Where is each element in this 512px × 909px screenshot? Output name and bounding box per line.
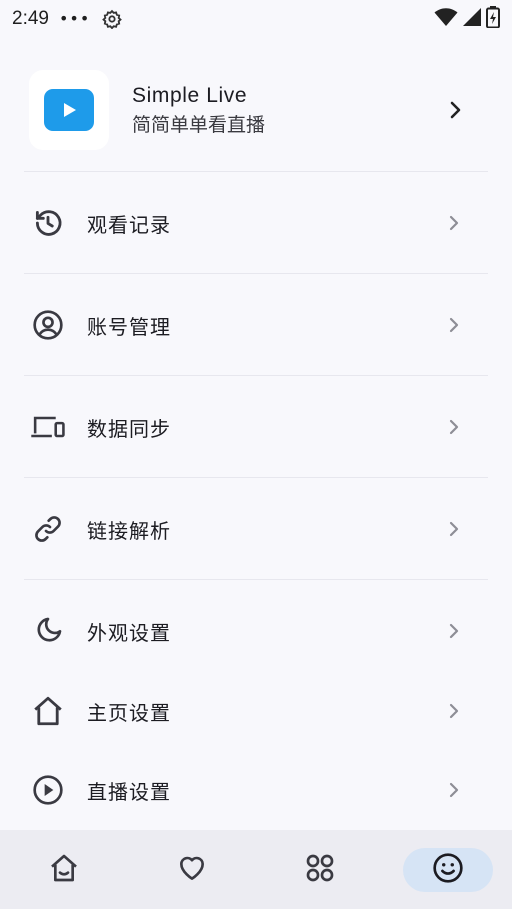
devices-icon: [28, 407, 68, 447]
battery-icon: [486, 5, 500, 33]
wifi-icon: [434, 7, 458, 32]
menu-item-label: 主页设置: [87, 700, 171, 725]
app-name: Simple Live: [132, 83, 248, 107]
chevron-right-icon: [448, 702, 460, 720]
menu-item-home-settings[interactable]: 主页设置: [24, 671, 488, 751]
notification-dots-icon: •••: [58, 9, 91, 28]
account-circle-icon: [28, 305, 68, 345]
menu-item-label: 数据同步: [87, 416, 171, 441]
status-time: 2:49: [12, 8, 49, 29]
play-logo-icon: [44, 89, 94, 131]
menu-item-label: 直播设置: [87, 779, 171, 804]
menu-item-label: 外观设置: [87, 620, 171, 645]
chevron-right-icon: [448, 520, 460, 538]
play-circle-icon: [28, 770, 68, 810]
link-icon: [28, 509, 68, 549]
divider: [24, 273, 488, 274]
divider: [24, 579, 488, 580]
smile-icon: [432, 852, 464, 888]
menu-item-live-settings[interactable]: 直播设置: [24, 750, 488, 830]
divider: [24, 375, 488, 376]
divider: [24, 171, 488, 172]
app-logo: [29, 70, 109, 150]
home-icon: [48, 852, 80, 888]
chevron-right-icon: [448, 100, 462, 120]
settings-gear-icon: [102, 9, 123, 29]
nav-home[interactable]: [19, 848, 109, 892]
chevron-right-icon: [448, 418, 460, 436]
moon-icon: [28, 611, 68, 651]
menu-item-history[interactable]: 观看记录: [24, 183, 488, 263]
app-info-card[interactable]: Simple Live 简简单单看直播: [24, 60, 488, 160]
menu-item-label: 账号管理: [87, 314, 171, 339]
menu-item-label: 链接解析: [87, 518, 171, 543]
menu-item-account[interactable]: 账号管理: [24, 285, 488, 365]
chevron-right-icon: [448, 214, 460, 232]
history-icon: [28, 203, 68, 243]
divider: [24, 477, 488, 478]
menu-item-link-parse[interactable]: 链接解析: [24, 489, 488, 569]
nav-mine[interactable]: [403, 847, 493, 892]
menu-item-label: 观看记录: [87, 212, 171, 237]
chevron-right-icon: [448, 622, 460, 640]
signal-icon: [462, 7, 482, 32]
nav-category[interactable]: [275, 848, 365, 892]
menu-item-appearance[interactable]: 外观设置: [24, 591, 488, 671]
nav-favorites[interactable]: [147, 848, 237, 892]
app-subtitle: 简简单单看直播: [132, 113, 266, 136]
chevron-right-icon: [448, 316, 460, 334]
chevron-right-icon: [448, 781, 460, 799]
heart-icon: [176, 852, 208, 888]
bottom-navigation: [0, 830, 512, 909]
menu-item-data-sync[interactable]: 数据同步: [24, 387, 488, 467]
status-bar: 2:49 •••: [0, 0, 512, 38]
home-icon: [28, 691, 68, 731]
category-icon: [304, 852, 336, 888]
